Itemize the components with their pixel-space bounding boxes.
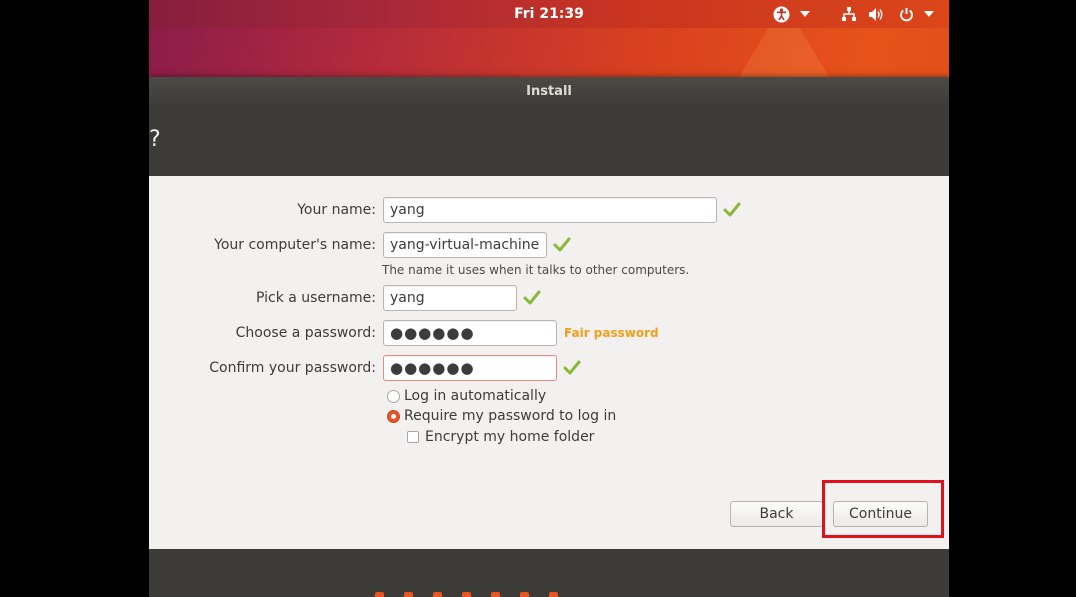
username-field[interactable]: yang [383,285,517,311]
continue-highlight-box [822,480,944,538]
username-valid-check-icon [523,290,541,305]
slideshow-area [149,549,949,597]
progress-dot [375,592,384,597]
confirm-password-field[interactable]: ●●●●●● [383,355,557,381]
require-password-radio[interactable] [387,410,400,423]
progress-dot [433,592,442,597]
installer-window: Install ? Your name: yang Your computer'… [149,77,949,597]
computer-name-valid-check-icon [553,237,571,252]
encrypt-home-checkbox[interactable] [407,431,419,443]
progress-dot [491,592,500,597]
accessibility-icon[interactable] [772,5,790,23]
auto-login-radio[interactable] [387,390,400,403]
clock[interactable]: Fri 21:39 [149,6,949,22]
encrypt-home-label[interactable]: Encrypt my home folder [425,429,594,445]
computer-name-hint: The name it uses when it talks to other … [382,263,690,277]
power-icon[interactable] [897,5,915,23]
page-heading: ? [149,127,161,152]
your-name-valid-check-icon [723,202,741,217]
window-title: Install [149,77,949,105]
progress-dot [404,592,413,597]
network-icon[interactable] [840,5,858,23]
desktop: Fri 21:39 Install ? Your name: yang Your… [149,0,949,597]
username-label: Pick a username: [255,290,376,306]
computer-name-label: Your computer's name: [214,237,376,253]
progress-dot [520,592,529,597]
computer-name-field[interactable]: yang-virtual-machine [383,232,547,258]
top-panel: Fri 21:39 [149,0,949,28]
require-password-label[interactable]: Require my password to log in [404,408,616,424]
confirm-password-valid-check-icon [563,360,581,375]
dropdown-arrow-icon[interactable] [923,5,935,23]
progress-dot [462,592,471,597]
password-strength: Fair password [564,326,659,340]
confirm-password-label: Confirm your password: [209,360,376,376]
password-label: Choose a password: [235,325,376,341]
volume-icon[interactable] [867,5,885,23]
auto-login-label[interactable]: Log in automatically [404,388,546,404]
your-name-label: Your name: [297,202,376,218]
your-name-field[interactable]: yang [383,197,717,223]
dropdown-arrow-icon[interactable] [799,5,811,23]
password-field[interactable]: ●●●●●● [383,320,557,346]
back-button[interactable]: Back [730,501,823,527]
progress-dot [549,592,558,597]
